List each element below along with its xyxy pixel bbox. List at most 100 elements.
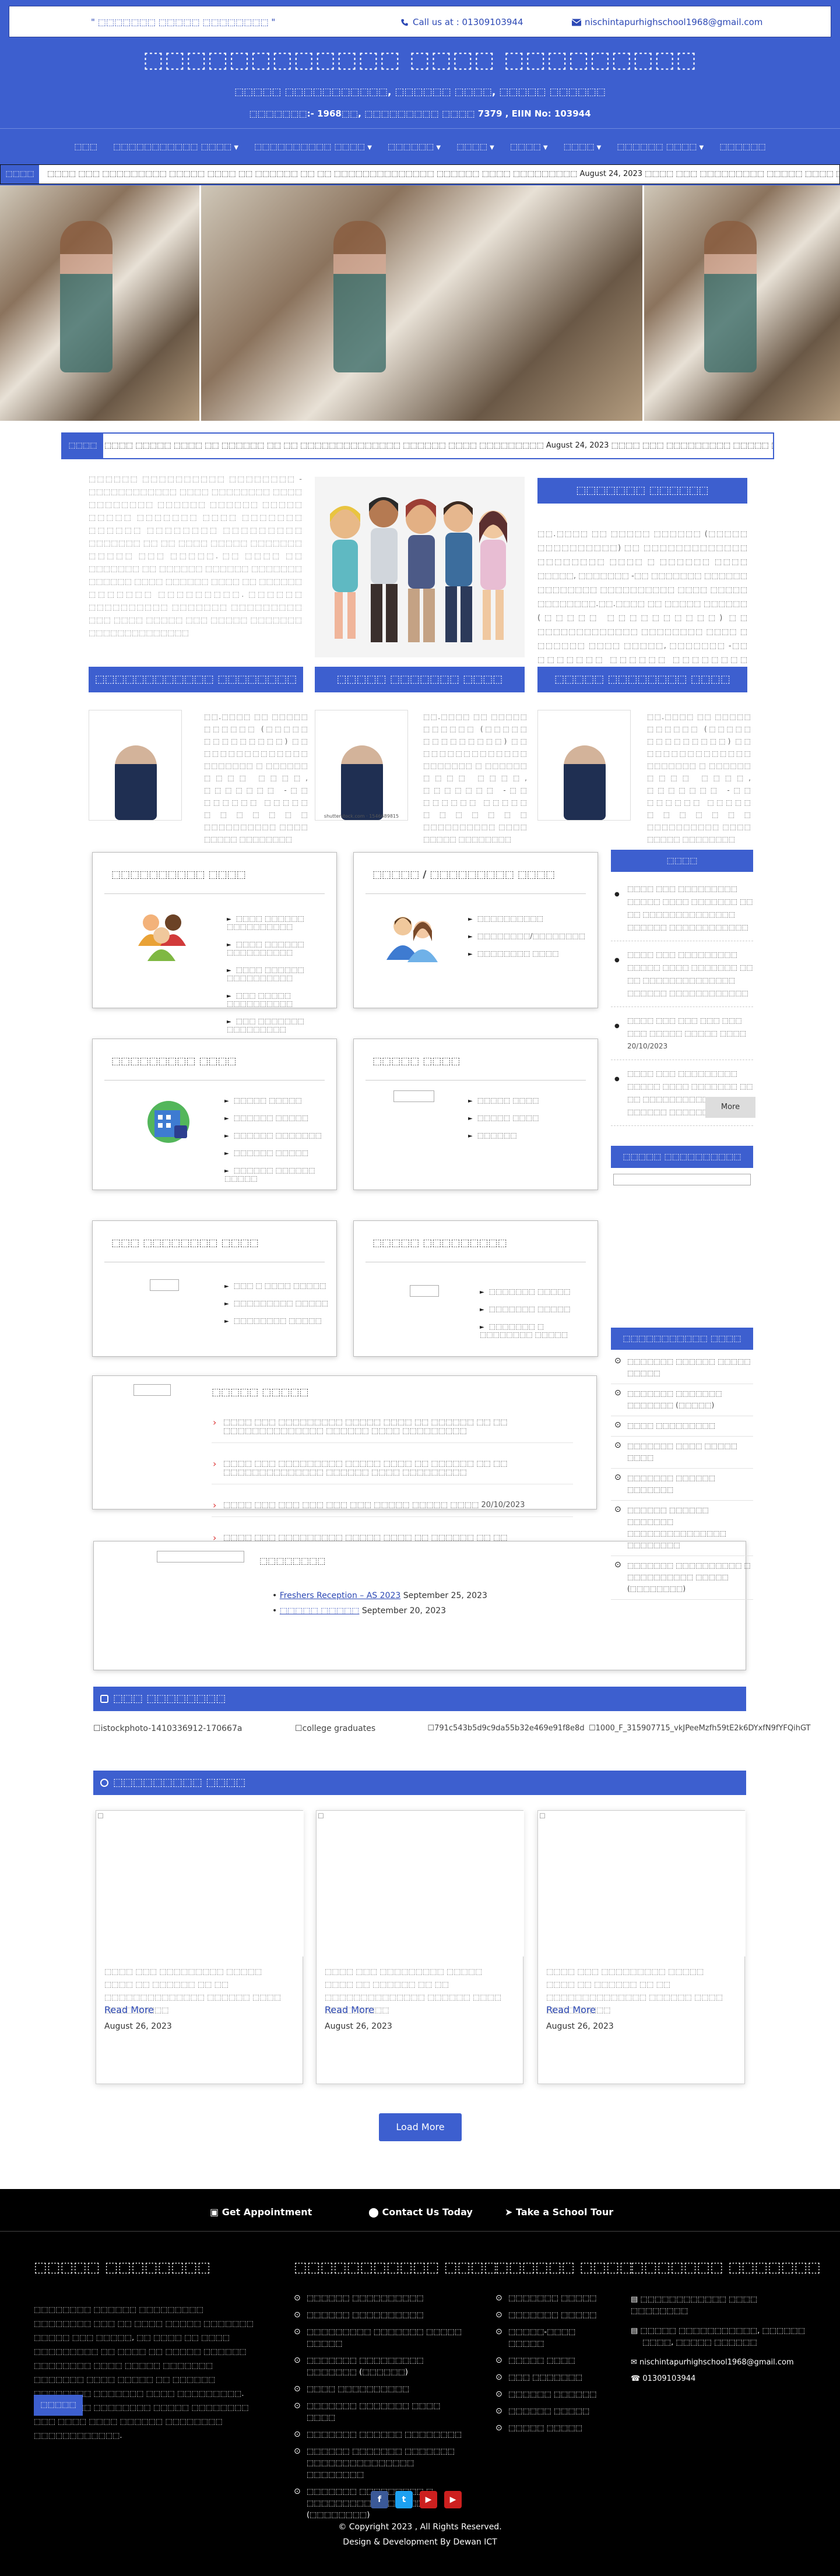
footer-link[interactable]: ⬚⬚⬚⬚⬚⬚ ⬚⬚⬚⬚⬚ (495, 2403, 612, 2420)
notice-item[interactable]: ⬚⬚⬚⬚ ⬚⬚⬚ ⬚⬚⬚⬚⬚⬚⬚⬚⬚ ⬚⬚⬚⬚⬚ ⬚⬚⬚⬚ ⬚⬚ ⬚⬚⬚⬚⬚⬚ … (212, 1411, 573, 1443)
notice-board-card: ⬚⬚⬚⬚⬚ ⬚⬚⬚⬚⬚ ⬚⬚⬚⬚ ⬚⬚⬚ ⬚⬚⬚⬚⬚⬚⬚⬚⬚ ⬚⬚⬚⬚⬚ ⬚⬚⬚… (92, 1375, 597, 1558)
nav-item-3[interactable]: ⬚⬚⬚⬚⬚⬚⬚⬚⬚⬚ ⬚⬚⬚⬚ ▼ (254, 134, 372, 161)
card-list-item[interactable]: ⬚⬚⬚⬚⬚⬚ ⬚⬚⬚⬚⬚⬚ ⬚⬚⬚⬚⬚ (224, 1166, 336, 1183)
sidebar-inst-item[interactable]: ⬚⬚⬚⬚⬚⬚⬚ ⬚⬚⬚⬚⬚⬚⬚ ⬚⬚⬚⬚⬚⬚⬚ (⬚⬚⬚⬚⬚) (611, 1384, 753, 1416)
nav-item-7[interactable]: ⬚⬚⬚⬚ ▼ (564, 134, 602, 161)
ticker-text[interactable]: ⬚⬚⬚⬚ ⬚⬚⬚ ⬚⬚⬚⬚⬚⬚⬚⬚⬚ ⬚⬚⬚⬚⬚ ⬚⬚⬚⬚ ⬚⬚ ⬚⬚⬚⬚⬚⬚ … (47, 170, 839, 178)
call-link[interactable]: Call us at : 01309103944 (400, 17, 523, 27)
footer-link[interactable]: ⬚⬚⬚⬚⬚⬚ ⬚⬚⬚⬚⬚⬚⬚⬚⬚⬚ (294, 2307, 469, 2324)
nav-item-8[interactable]: ⬚⬚⬚⬚⬚⬚ ⬚⬚⬚⬚ ▼ (617, 134, 704, 161)
event-link[interactable]: ⬚⬚⬚⬚⬚ ⬚⬚⬚⬚⬚ (280, 1606, 360, 1616)
read-more-link[interactable]: Read More (546, 2004, 596, 2015)
card-list-item[interactable]: ⬚⬚⬚⬚⬚ ⬚⬚⬚⬚ (468, 1096, 539, 1104)
footer-link-appointment[interactable]: ▣ Get Appointment (210, 2207, 312, 2218)
card-list-item[interactable]: ⬚⬚⬚⬚ ⬚⬚⬚⬚⬚⬚ ⬚⬚⬚⬚⬚⬚⬚⬚⬚⬚ (227, 914, 336, 931)
card-list-item[interactable]: ⬚⬚⬚⬚⬚⬚⬚ ⬚⬚⬚⬚⬚ (480, 1287, 598, 1296)
footer-link[interactable]: ⬚⬚⬚⬚⬚⬚⬚ ⬚⬚⬚⬚⬚ (495, 2307, 612, 2324)
card-list-item[interactable]: ⬚⬚⬚⬚⬚⬚⬚⬚/⬚⬚⬚⬚⬚⬚⬚⬚ (468, 932, 585, 940)
footer-link[interactable]: ⬚⬚⬚⬚⬚⬚ ⬚⬚⬚⬚⬚⬚⬚ ⬚⬚⬚⬚⬚⬚⬚ ⬚⬚⬚⬚⬚⬚⬚⬚⬚⬚⬚⬚⬚⬚⬚ ⬚… (294, 2444, 469, 2484)
card-list-item[interactable]: ⬚⬚⬚⬚⬚⬚⬚ ⬚ ⬚⬚⬚⬚⬚⬚⬚⬚ ⬚⬚⬚⬚⬚ (480, 1322, 598, 1339)
read-more-link[interactable]: Read More (325, 2004, 374, 2015)
footer-link[interactable]: ⬚⬚⬚⬚⬚⬚ ⬚⬚⬚⬚⬚⬚⬚⬚⬚⬚ (294, 2290, 469, 2307)
info-card-results[interactable]: ⬚⬚⬚⬚⬚ ⬚⬚⬚⬚ ⬚⬚⬚⬚⬚ ⬚⬚⬚⬚ ⬚⬚⬚⬚⬚ ⬚⬚⬚⬚ ⬚⬚⬚⬚⬚⬚ (353, 1039, 598, 1190)
notice-ticker-text[interactable]: ⬚⬚⬚⬚ ⬚⬚⬚⬚⬚ ⬚⬚⬚⬚ ⬚⬚ ⬚⬚⬚⬚⬚⬚ ⬚⬚ ⬚⬚ ⬚⬚⬚⬚⬚⬚⬚⬚… (104, 441, 773, 450)
card-divider (365, 893, 586, 894)
card-list-item[interactable]: ⬚⬚⬚⬚⬚⬚⬚⬚⬚⬚ (468, 914, 585, 923)
footer-link[interactable]: ⬚⬚⬚⬚⬚⬚⬚⬚⬚ ⬚⬚⬚⬚⬚⬚⬚ ⬚⬚⬚⬚⬚ ⬚⬚⬚⬚⬚ (294, 2324, 469, 2353)
sidebar-inst-item[interactable]: ⬚⬚⬚⬚⬚⬚⬚ ⬚⬚⬚⬚ ⬚⬚⬚⬚⬚ ⬚⬚⬚⬚ (611, 1437, 753, 1469)
info-card-teachers[interactable]: ⬚⬚⬚⬚⬚ / ⬚⬚⬚⬚⬚⬚⬚⬚⬚ ⬚⬚⬚⬚ ⬚⬚⬚⬚⬚⬚⬚⬚⬚⬚ ⬚⬚⬚⬚⬚⬚… (353, 852, 598, 1008)
card-list-item[interactable]: ⬚⬚⬚ ⬚⬚⬚⬚⬚ ⬚⬚⬚⬚⬚⬚⬚⬚⬚⬚ (227, 991, 336, 1008)
sidebar-inst-item[interactable]: ⬚⬚⬚⬚⬚⬚⬚ ⬚⬚⬚⬚⬚⬚ ⬚⬚⬚⬚⬚ ⬚⬚⬚⬚⬚ (611, 1352, 753, 1384)
sidebar-inst-item[interactable]: ⬚⬚⬚⬚⬚⬚⬚ ⬚⬚⬚⬚⬚⬚ ⬚⬚⬚⬚⬚⬚⬚ (611, 1469, 753, 1501)
person-title-3: ⬚⬚⬚⬚⬚ ⬚⬚⬚⬚⬚⬚⬚⬚ ⬚⬚⬚⬚ (537, 667, 747, 692)
footer-link[interactable]: ⬚⬚⬚⬚⬚⬚⬚ ⬚⬚⬚⬚⬚ (495, 2290, 612, 2307)
info-card-facilities[interactable]: ⬚⬚⬚⬚⬚ ⬚⬚⬚⬚⬚⬚⬚⬚⬚ ⬚⬚⬚⬚⬚⬚⬚ ⬚⬚⬚⬚⬚ ⬚⬚⬚⬚⬚⬚⬚ ⬚⬚… (353, 1220, 598, 1357)
info-card-students[interactable]: ⬚⬚⬚⬚⬚⬚⬚⬚⬚⬚ ⬚⬚⬚⬚ ⬚⬚⬚⬚ ⬚⬚⬚⬚⬚⬚ ⬚⬚⬚⬚⬚⬚⬚⬚⬚⬚ ⬚… (92, 852, 337, 1033)
twitter-icon[interactable]: t (395, 2491, 413, 2508)
card-list-item[interactable]: ⬚⬚⬚⬚ ⬚⬚⬚⬚⬚⬚ ⬚⬚⬚⬚⬚⬚⬚⬚⬚⬚ (227, 940, 336, 956)
event-link[interactable]: Freshers Reception – AS 2023 (280, 1591, 401, 1600)
news-image: ☐ (96, 1811, 304, 1956)
gallery-image[interactable]: ☐791c543b5d9c9da55b32e469e91f8e8d (426, 1724, 586, 1733)
gallery-image[interactable]: ☐istockphoto-1410336912-170667a (93, 1724, 251, 1733)
card-list-item[interactable]: ⬚⬚⬚ ⬚⬚⬚⬚⬚⬚⬚ ⬚⬚⬚⬚⬚⬚⬚⬚⬚ (227, 1017, 336, 1033)
sidebar-notice-item[interactable]: ⬚⬚⬚⬚ ⬚⬚⬚ ⬚⬚⬚ ⬚⬚⬚ ⬚⬚⬚ ⬚⬚⬚ ⬚⬚⬚⬚⬚ ⬚⬚⬚⬚⬚ ⬚⬚⬚… (611, 1007, 753, 1060)
contact-row[interactable]: ✉ nischintapurhighschool1968@gmail.com (631, 2357, 806, 2369)
nav-item-1[interactable]: ⬚⬚⬚ (74, 134, 97, 160)
sidebar-inst-item[interactable]: ⬚⬚⬚⬚ ⬚⬚⬚⬚⬚⬚⬚⬚⬚ (611, 1416, 753, 1437)
footer-link-tour[interactable]: ➤ Take a School Tour (505, 2207, 613, 2218)
nav-item-4[interactable]: ⬚⬚⬚⬚⬚⬚ ▼ (388, 134, 441, 161)
gallery-image[interactable]: ☐1000_F_315907715_vkJPeeMzfh59tE2k6DYxfN… (589, 1724, 811, 1733)
sidebar-notice-item[interactable]: ⬚⬚⬚⬚ ⬚⬚⬚ ⬚⬚⬚⬚⬚⬚⬚⬚⬚ ⬚⬚⬚⬚⬚ ⬚⬚⬚⬚ ⬚⬚⬚⬚⬚⬚⬚ ⬚⬚… (611, 941, 753, 1007)
card-list-item[interactable]: ⬚⬚⬚⬚⬚⬚⬚⬚ ⬚⬚⬚⬚ (468, 949, 585, 958)
info-card-extra[interactable]: ⬚⬚⬚ ⬚⬚⬚⬚⬚⬚⬚⬚ ⬚⬚⬚⬚ ⬚⬚⬚ ⬚ ⬚⬚⬚⬚ ⬚⬚⬚⬚⬚ ⬚⬚⬚⬚⬚… (92, 1220, 337, 1357)
card-list-item[interactable]: ⬚⬚⬚⬚⬚⬚⬚⬚ ⬚⬚⬚⬚⬚ (224, 1317, 328, 1325)
footer-about-button[interactable]: ⬚⬚⬚⬚⬚ (34, 2395, 83, 2416)
nav-item-2[interactable]: ⬚⬚⬚⬚⬚⬚⬚⬚⬚⬚⬚ ⬚⬚⬚⬚ ▼ (113, 134, 238, 161)
nav-item-9[interactable]: ⬚⬚⬚⬚⬚⬚ (719, 134, 765, 160)
nav-item-5[interactable]: ⬚⬚⬚⬚ ▼ (456, 134, 494, 161)
card-list-item[interactable]: ⬚⬚⬚⬚⬚⬚⬚⬚⬚ ⬚⬚⬚⬚⬚ (224, 1299, 329, 1307)
more-button[interactable]: More (705, 1097, 755, 1118)
facebook-icon[interactable]: f (371, 2491, 388, 2508)
sidebar-inst-item[interactable]: ⬚⬚⬚⬚⬚⬚⬚ ⬚⬚⬚⬚⬚⬚⬚⬚⬚⬚ ⬚ ⬚⬚⬚⬚⬚⬚⬚⬚⬚⬚ ⬚⬚⬚⬚⬚ (⬚… (611, 1556, 753, 1600)
info-card-academic[interactable]: ⬚⬚⬚⬚⬚⬚⬚⬚⬚ ⬚⬚⬚⬚ ⬚⬚⬚⬚⬚ ⬚⬚⬚⬚⬚ ⬚⬚⬚⬚⬚⬚ ⬚⬚⬚⬚⬚ … (92, 1039, 337, 1190)
youtube-icon[interactable]: ▶ (420, 2491, 437, 2508)
nav-item-6[interactable]: ⬚⬚⬚⬚ ▼ (510, 134, 548, 161)
hero-banner (0, 185, 840, 421)
gallery-image[interactable]: ☐college graduates (295, 1724, 394, 1733)
footer-link-contact[interactable]: ⬤ Contact Us Today (368, 2207, 473, 2218)
youtube-icon[interactable]: ▶ (444, 2491, 462, 2508)
card-list-item[interactable]: ⬚⬚⬚⬚⬚⬚ ⬚⬚⬚⬚⬚⬚⬚ (224, 1131, 336, 1139)
footer-link[interactable]: ⬚⬚⬚⬚⬚⬚⬚ ⬚⬚⬚⬚⬚⬚⬚ ⬚⬚⬚⬚ ⬚⬚⬚⬚ (294, 2398, 469, 2427)
footer-link[interactable]: ⬚⬚⬚⬚⬚⬚ ⬚⬚⬚⬚⬚⬚ (495, 2387, 612, 2403)
card-list-item[interactable]: ⬚⬚⬚ ⬚ ⬚⬚⬚⬚ ⬚⬚⬚⬚⬚ (224, 1282, 328, 1290)
design-credit[interactable]: Design & Development By Dewan ICT (0, 2538, 840, 2547)
read-more-link[interactable]: Read More (104, 2004, 154, 2015)
map-pin-icon: ⬤ (368, 2207, 382, 2218)
card-list-item[interactable]: ⬚⬚⬚⬚ ⬚⬚⬚⬚⬚⬚ ⬚⬚⬚⬚⬚⬚⬚⬚⬚⬚ (227, 966, 336, 982)
load-more-button[interactable]: Load More (379, 2113, 462, 2141)
footer-link[interactable]: ⬚⬚⬚ ⬚⬚⬚⬚⬚⬚⬚ (495, 2370, 612, 2387)
sidebar-inst-item[interactable]: ⬚⬚⬚⬚⬚⬚ ⬚⬚⬚⬚⬚⬚ ⬚⬚⬚⬚⬚⬚⬚ ⬚⬚⬚⬚⬚⬚⬚⬚⬚⬚⬚⬚⬚⬚⬚ ⬚⬚… (611, 1501, 753, 1556)
footer-link[interactable]: ⬚⬚⬚⬚⬚-⬚⬚⬚⬚ ⬚⬚⬚⬚⬚ (495, 2324, 612, 2353)
card-list-item[interactable]: ⬚⬚⬚⬚⬚ ⬚⬚⬚⬚ (468, 1114, 539, 1122)
card-list-item[interactable]: ⬚⬚⬚⬚⬚⬚ ⬚⬚⬚⬚⬚ (224, 1149, 336, 1157)
notice-item[interactable]: ⬚⬚⬚⬚ ⬚⬚⬚ ⬚⬚⬚⬚⬚⬚⬚⬚⬚ ⬚⬚⬚⬚⬚ ⬚⬚⬚⬚ ⬚⬚ ⬚⬚⬚⬚⬚⬚ … (212, 1452, 573, 1484)
sidebar-notice-item[interactable]: ⬚⬚⬚⬚ ⬚⬚⬚ ⬚⬚⬚⬚⬚⬚⬚⬚⬚ ⬚⬚⬚⬚⬚ ⬚⬚⬚⬚ ⬚⬚⬚⬚⬚⬚⬚ ⬚⬚… (611, 875, 753, 941)
footer-link[interactable]: ⬚⬚⬚⬚ ⬚⬚⬚⬚⬚⬚⬚⬚⬚⬚ (294, 2381, 469, 2398)
footer-link[interactable]: ⬚⬚⬚⬚⬚ ⬚⬚⬚⬚ (495, 2353, 612, 2370)
footer-link[interactable]: ⬚⬚⬚⬚⬚ ⬚⬚⬚⬚⬚ (495, 2420, 612, 2437)
footer-link[interactable]: ⬚⬚⬚⬚⬚⬚⬚ ⬚⬚⬚⬚⬚⬚⬚⬚⬚ ⬚⬚⬚⬚⬚⬚⬚ (⬚⬚⬚⬚⬚⬚) (294, 2353, 469, 2381)
email-text: nischintapurhighschool1968@gmail.com (585, 17, 763, 27)
card-list-item[interactable]: ⬚⬚⬚⬚⬚ ⬚⬚⬚⬚⬚ (224, 1096, 336, 1104)
footer-link[interactable]: ⬚⬚⬚⬚⬚⬚⬚ ⬚⬚⬚⬚⬚⬚ ⬚⬚⬚⬚⬚⬚⬚⬚ (294, 2427, 469, 2444)
card-list-item[interactable]: ⬚⬚⬚⬚⬚⬚ (468, 1131, 539, 1139)
card-list-item[interactable]: ⬚⬚⬚⬚⬚⬚⬚ ⬚⬚⬚⬚⬚ (480, 1305, 598, 1313)
notice-item[interactable]: ⬚⬚⬚⬚ ⬚⬚⬚ ⬚⬚⬚ ⬚⬚⬚ ⬚⬚⬚ ⬚⬚⬚ ⬚⬚⬚⬚⬚ ⬚⬚⬚⬚⬚ ⬚⬚⬚… (212, 1494, 573, 1517)
contact-row[interactable]: ☎ 01309103944 (631, 2373, 806, 2385)
email-link[interactable]: nischintapurhighschool1968@gmail.com (572, 17, 762, 27)
card-title: ⬚⬚⬚ ⬚⬚⬚⬚⬚⬚⬚⬚ ⬚⬚⬚⬚ (111, 1237, 259, 1249)
card-list-item[interactable]: ⬚⬚⬚⬚⬚⬚ ⬚⬚⬚⬚⬚ (224, 1114, 336, 1122)
